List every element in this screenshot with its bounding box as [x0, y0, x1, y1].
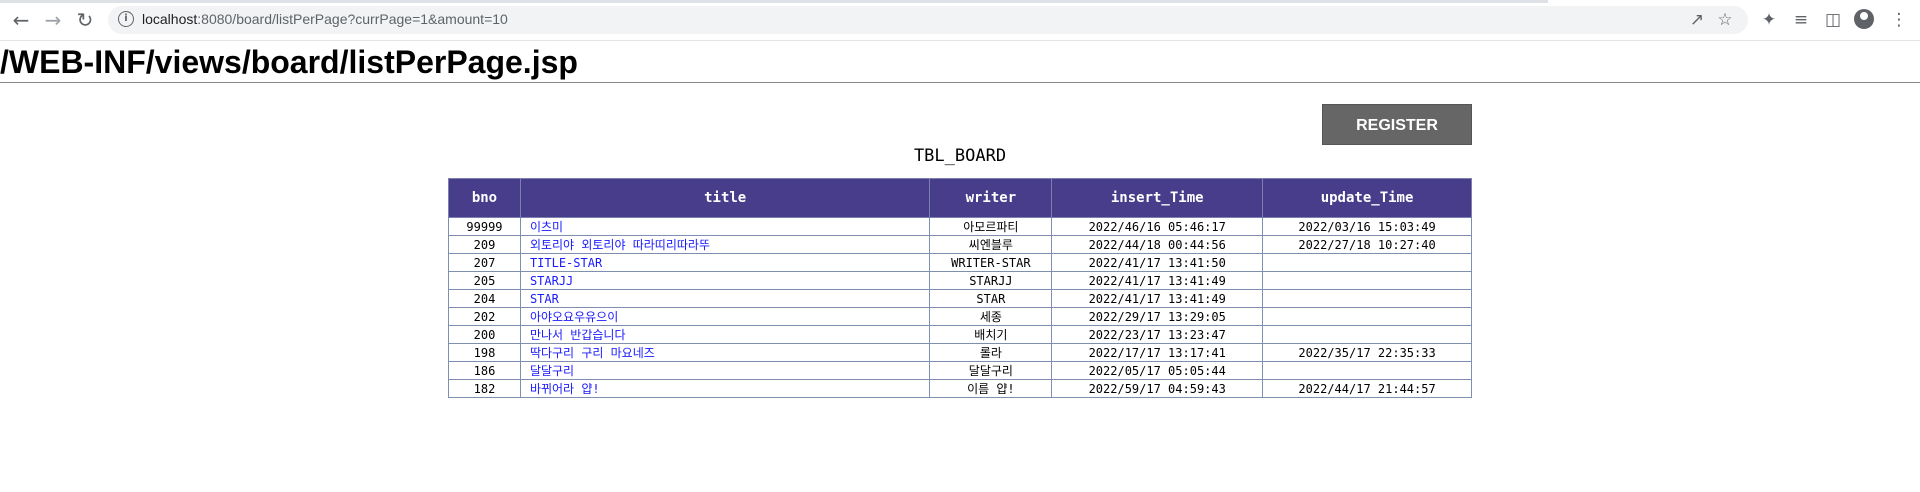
profile-avatar-icon[interactable] [1854, 9, 1874, 29]
browser-toolbar: ← → ↻ i localhost:8080/board/listPerPage… [0, 0, 1920, 41]
url-text[interactable]: localhost:8080/board/listPerPage?currPag… [142, 11, 508, 27]
header-insert-time: insert_Time [1051, 178, 1264, 218]
back-icon[interactable]: ← [8, 8, 34, 32]
divider [0, 82, 1920, 83]
cell-insert-time: 2022/41/17 13:41:49 [1051, 271, 1264, 290]
table-caption: TBL_BOARD [913, 146, 1007, 166]
table-row: 204 STAR STAR 2022/41/17 13:41:49 [448, 289, 1472, 308]
cell-writer: 배치기 [929, 325, 1053, 344]
cell-title-link[interactable]: 달달구리 [519, 361, 931, 380]
cell-bno: 99999 [448, 217, 521, 236]
cell-title-link[interactable]: 이츠미 [519, 217, 931, 236]
table-row: 99999 이츠미 아모르파티 2022/46/16 05:46:17 2022… [448, 217, 1472, 236]
cell-writer: 이름 얍! [929, 379, 1053, 398]
menu-kebab-icon[interactable]: ⋮ [1888, 9, 1910, 31]
cell-update-time: 2022/27/18 10:27:40 [1262, 235, 1472, 254]
cell-update-time [1262, 361, 1472, 380]
forward-icon[interactable]: → [40, 8, 66, 32]
cell-writer: 달달구리 [929, 361, 1053, 380]
cell-update-time: 2022/03/16 15:03:49 [1262, 217, 1472, 236]
cell-bno: 207 [448, 253, 521, 272]
cell-bno: 204 [448, 289, 521, 308]
cell-bno: 198 [448, 343, 521, 362]
cell-update-time [1262, 253, 1472, 272]
extensions-icon[interactable]: ✦ [1758, 9, 1780, 31]
cell-insert-time: 2022/23/17 13:23:47 [1051, 325, 1264, 344]
cell-insert-time: 2022/17/17 13:17:41 [1051, 343, 1264, 362]
cell-writer: 롤라 [929, 343, 1053, 362]
cell-bno: 186 [448, 361, 521, 380]
cell-insert-time: 2022/05/17 05:05:44 [1051, 361, 1264, 380]
table-header-row: bno title writer insert_Time update_Time [448, 178, 1472, 218]
site-info-icon[interactable]: i [118, 11, 134, 27]
reload-icon[interactable]: ↻ [72, 8, 98, 32]
cell-insert-time: 2022/46/16 05:46:17 [1051, 217, 1264, 236]
cell-writer: WRITER-STAR [929, 253, 1053, 272]
cell-title-link[interactable]: STARJJ [519, 271, 931, 290]
url-path: :8080/board/listPerPage?currPage=1&amoun… [197, 11, 508, 27]
table-row: 200 만나서 반갑습니다 배치기 2022/23/17 13:23:47 [448, 325, 1472, 344]
page-title: /WEB-INF/views/board/listPerPage.jsp [0, 44, 578, 80]
table-row: 182 바뀌어라 얍! 이름 얍! 2022/59/17 04:59:43 20… [448, 379, 1472, 398]
table-row: 209 외토리야 외토리야 따라띠리따라뚜 씨엔블루 2022/44/18 00… [448, 235, 1472, 254]
cell-writer: STAR [929, 289, 1053, 308]
share-icon[interactable]: ↗ [1686, 10, 1708, 30]
cell-title-link[interactable]: 딱다구리 구리 마요네즈 [519, 343, 931, 362]
board-table: bno title writer insert_Time update_Time… [448, 178, 1472, 398]
cell-title-link[interactable]: STAR [519, 289, 931, 308]
cell-bno: 202 [448, 307, 521, 326]
header-update-time: update_Time [1262, 178, 1472, 218]
cell-title-link[interactable]: TITLE-STAR [519, 253, 931, 272]
table-row: 205 STARJJ STARJJ 2022/41/17 13:41:49 [448, 271, 1472, 290]
cell-update-time [1262, 307, 1472, 326]
table-row: 207 TITLE-STAR WRITER-STAR 2022/41/17 13… [448, 253, 1472, 272]
cell-insert-time: 2022/44/18 00:44:56 [1051, 235, 1264, 254]
cell-bno: 205 [448, 271, 521, 290]
header-title: title [519, 178, 931, 218]
url-host: localhost [142, 11, 198, 27]
cell-writer: 아모르파티 [929, 217, 1053, 236]
register-button[interactable]: REGISTER [1322, 104, 1472, 145]
cell-title-link[interactable]: 만나서 반갑습니다 [519, 325, 931, 344]
cell-bno: 200 [448, 325, 521, 344]
table-row: 202 아야오요우유으이 세종 2022/29/17 13:29:05 [448, 307, 1472, 326]
side-panel-icon[interactable]: ◫ [1822, 9, 1844, 31]
table-row: 198 딱다구리 구리 마요네즈 롤라 2022/17/17 13:17:41 … [448, 343, 1472, 362]
cell-update-time [1262, 271, 1472, 290]
cell-writer: STARJJ [929, 271, 1053, 290]
cell-title-link[interactable]: 아야오요우유으이 [519, 307, 931, 326]
media-playlist-icon[interactable]: ≡ [1790, 9, 1812, 31]
cell-title-link[interactable]: 외토리야 외토리야 따라띠리따라뚜 [519, 235, 931, 254]
header-writer: writer [929, 178, 1053, 218]
cell-insert-time: 2022/41/17 13:41:49 [1051, 289, 1264, 308]
cell-update-time [1262, 325, 1472, 344]
cell-insert-time: 2022/41/17 13:41:50 [1051, 253, 1264, 272]
bookmark-star-icon[interactable]: ☆ [1714, 10, 1736, 30]
cell-update-time: 2022/35/17 22:35:33 [1262, 343, 1472, 362]
table-row: 186 달달구리 달달구리 2022/05/17 05:05:44 [448, 361, 1472, 380]
cell-bno: 182 [448, 379, 521, 398]
cell-insert-time: 2022/29/17 13:29:05 [1051, 307, 1264, 326]
cell-writer: 씨엔블루 [929, 235, 1053, 254]
cell-title-link[interactable]: 바뀌어라 얍! [519, 379, 931, 398]
cell-update-time: 2022/44/17 21:44:57 [1262, 379, 1472, 398]
cell-bno: 209 [448, 235, 521, 254]
address-bar[interactable]: i localhost:8080/board/listPerPage?currP… [108, 6, 1748, 34]
cell-writer: 세종 [929, 307, 1053, 326]
header-bno: bno [448, 178, 521, 218]
cell-insert-time: 2022/59/17 04:59:43 [1051, 379, 1264, 398]
tab-strip-edge [0, 0, 1548, 3]
cell-update-time [1262, 289, 1472, 308]
